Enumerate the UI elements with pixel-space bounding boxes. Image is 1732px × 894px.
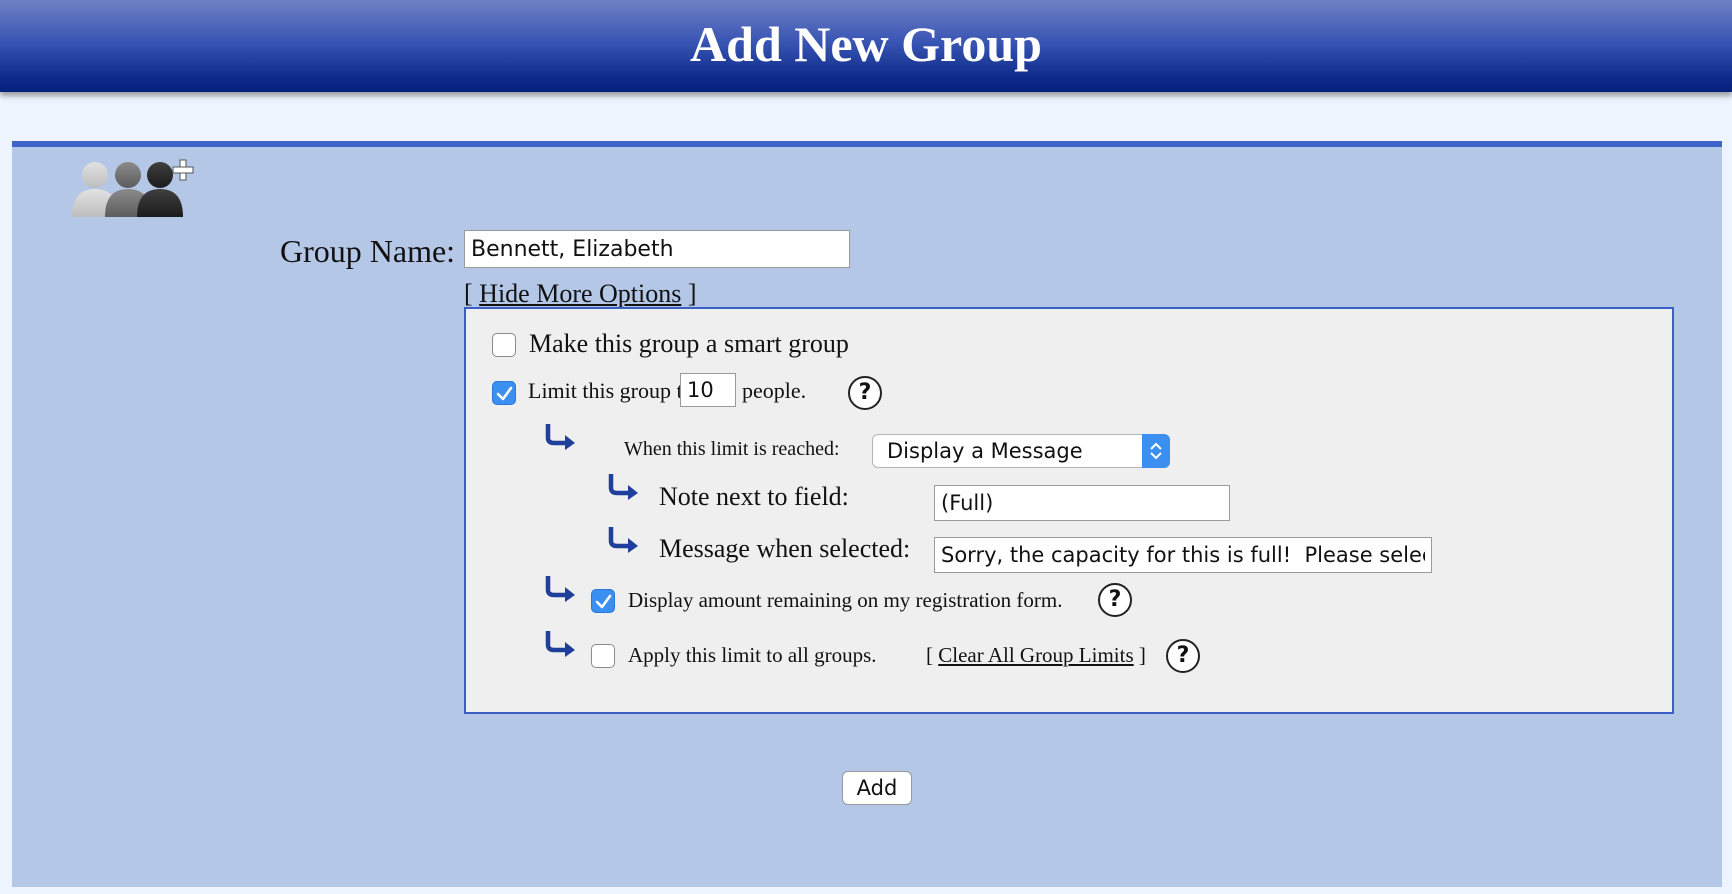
help-icon[interactable]: ? [1098,583,1132,617]
note-input[interactable] [934,485,1230,521]
clear-all-group-limits-link[interactable]: Clear All Group Limits [938,643,1133,667]
toggle-prefix: [ [464,279,473,308]
curved-arrow-icon [545,424,575,450]
curved-arrow-icon [545,631,575,657]
curved-arrow-icon [608,527,638,553]
limit-action-select[interactable]: Display a Message [872,434,1170,468]
limit-label: Limit this group to [528,378,694,403]
checkmark-icon [496,386,513,401]
note-label: Note next to field: [659,482,849,511]
curved-arrow-icon [545,576,575,602]
help-icon[interactable]: ? [848,376,882,410]
toggle-suffix: ] [687,279,697,308]
apply-all-label: Apply this limit to all groups. [628,643,877,667]
curved-arrow-icon [608,474,638,500]
more-options-box: Make this group a smart group Limit this… [464,307,1674,714]
limit-count-input[interactable] [680,373,736,407]
group-name-input[interactable] [464,230,850,268]
add-button[interactable]: Add [842,771,912,805]
clear-suffix: ] [1138,643,1146,667]
limit-unit-label: people. [742,378,807,403]
hide-more-options-link[interactable]: Hide More Options [479,279,681,308]
smart-group-checkbox[interactable] [492,333,516,357]
group-name-label: Group Name: [280,233,456,269]
display-remaining-checkbox[interactable] [591,589,615,613]
help-icon[interactable]: ? [1166,639,1200,673]
clear-limits-wrapper: [ Clear All Group Limits ] [926,643,1146,668]
limit-action-value: Display a Message [887,439,1083,463]
checkmark-icon [595,594,612,609]
limit-checkbox[interactable] [492,381,516,405]
clear-prefix: [ [926,643,933,667]
apply-all-checkbox[interactable] [591,644,615,668]
page-header: Add New Group [0,0,1732,92]
message-label: Message when selected: [659,534,911,563]
chevron-updown-icon [1150,442,1162,460]
page-title: Add New Group [690,16,1042,72]
select-toggle[interactable] [1142,434,1170,468]
display-remaining-label: Display amount remaining on my registrat… [628,588,1063,612]
options-toggle: [ Hide More Options ] [464,279,697,309]
form-panel: Group Name: [ Hide More Options ] Make t… [12,141,1722,887]
limit-action-label: When this limit is reached: [624,438,840,460]
smart-group-label: Make this group a smart group [529,329,849,358]
add-group-icon [72,159,194,217]
message-input[interactable] [934,537,1432,573]
